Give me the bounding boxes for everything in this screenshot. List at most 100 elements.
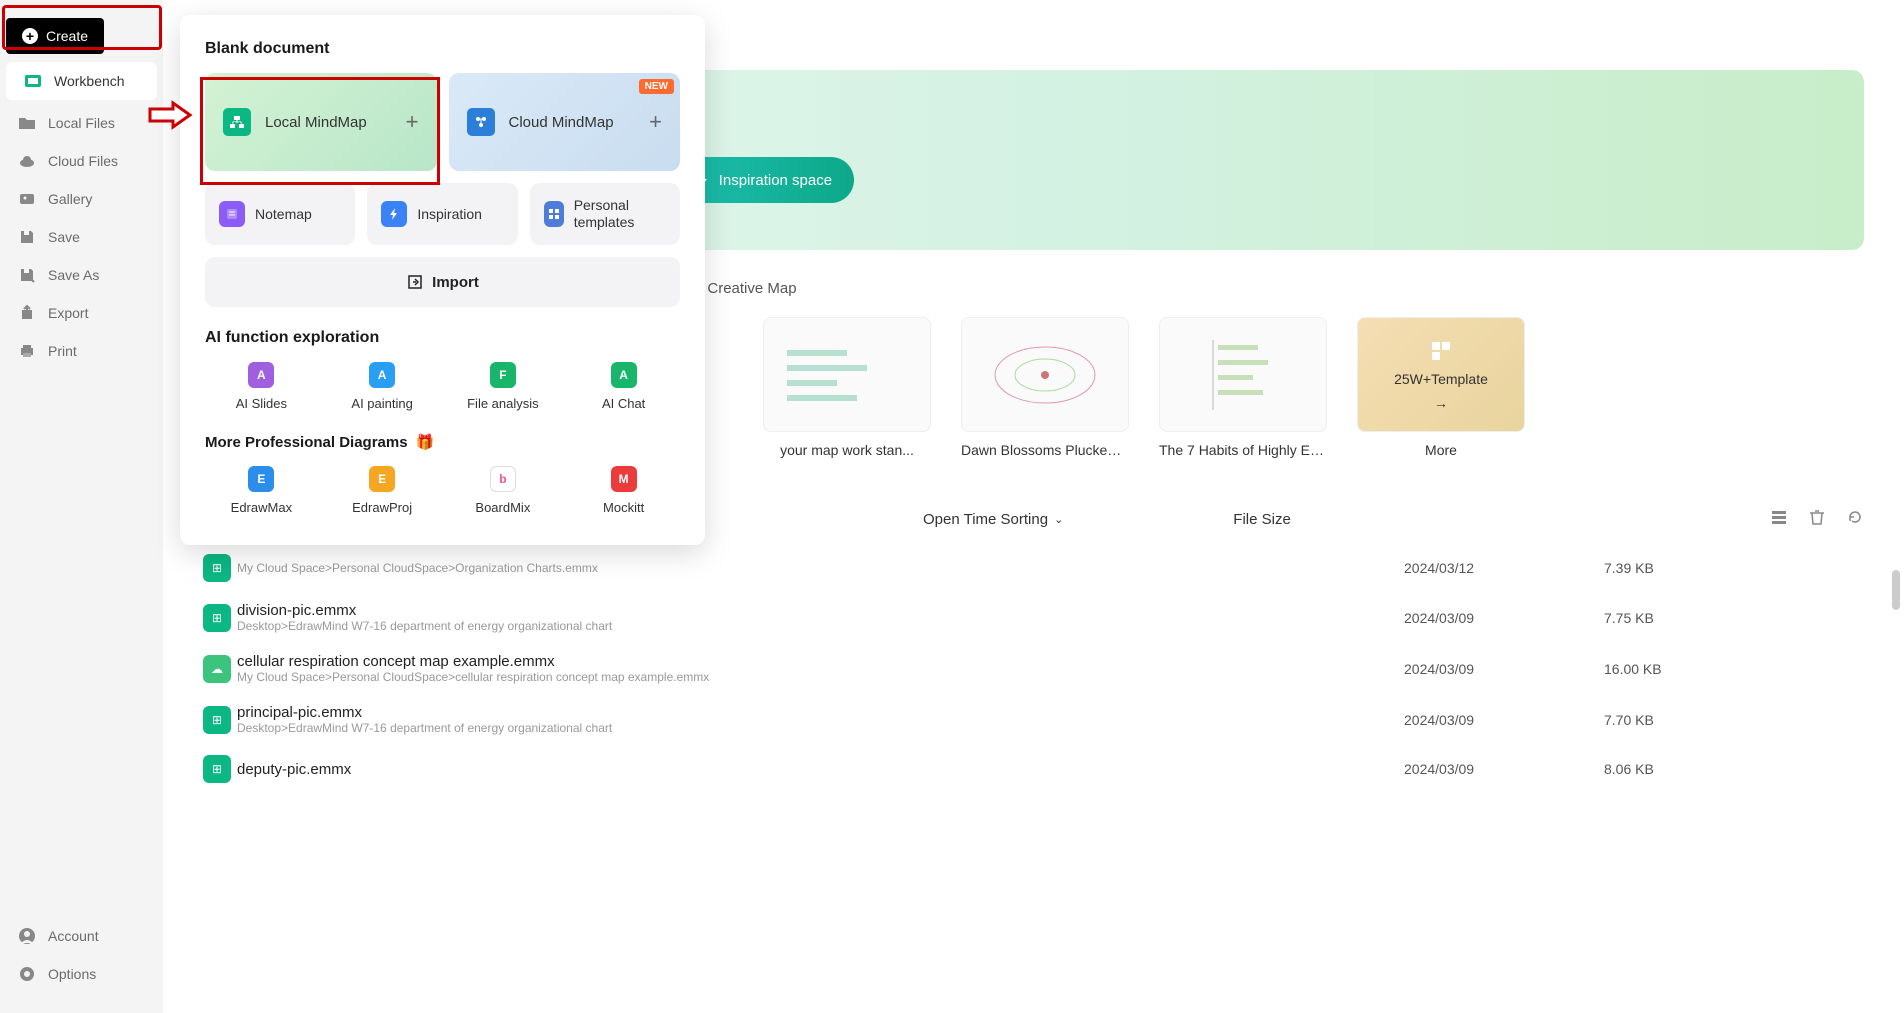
workbench-icon	[24, 72, 42, 90]
file-name: cellular respiration concept map example…	[237, 653, 709, 670]
ai-icon: A	[611, 362, 637, 388]
sidebar-item-account[interactable]: Account	[0, 917, 163, 955]
file-date: 2024/03/09	[1404, 610, 1604, 626]
ai-label: AI Slides	[236, 396, 287, 411]
sidebar: + Create Workbench Local Files Cloud Fil…	[0, 0, 163, 1013]
notemap-icon	[219, 201, 245, 227]
ai-label: File analysis	[467, 396, 539, 411]
file-row[interactable]: ⊞ deputy-pic.emmx 2024/03/09 8.06 KB	[203, 745, 1864, 793]
list-view-icon[interactable]	[1770, 508, 1788, 530]
file-row[interactable]: ⊞ division-pic.emmx Desktop>EdrawMind W7…	[203, 592, 1864, 643]
file-name: division-pic.emmx	[237, 602, 612, 619]
sidebar-label: Export	[48, 305, 88, 321]
ai-label: AI painting	[351, 396, 412, 411]
file-date: 2024/03/09	[1404, 712, 1604, 728]
plus-icon: +	[649, 109, 662, 135]
ai-section-title: AI function exploration	[205, 329, 680, 347]
prof-label: EdrawMax	[231, 500, 292, 515]
file-name: principal-pic.emmx	[237, 704, 612, 721]
prof-item[interactable]: E EdrawMax	[205, 466, 318, 515]
plus-circle-icon: +	[22, 28, 38, 44]
ai-item[interactable]: A AI Slides	[205, 362, 318, 411]
file-size: 7.70 KB	[1604, 712, 1864, 728]
file-icon: ⊞	[203, 755, 231, 783]
inspiration-card[interactable]: Inspiration	[367, 183, 517, 245]
prof-label: Mockitt	[603, 500, 644, 515]
sidebar-item-print[interactable]: Print	[0, 332, 163, 370]
import-icon	[406, 273, 424, 291]
file-path: Desktop>EdrawMind W7-16 department of en…	[237, 619, 612, 633]
ai-icon: A	[369, 362, 395, 388]
plus-icon: +	[406, 109, 419, 135]
trash-icon[interactable]	[1808, 508, 1826, 530]
inspiration-icon	[381, 201, 407, 227]
file-size: 7.39 KB	[1604, 560, 1864, 576]
local-mindmap-card[interactable]: Local MindMap +	[205, 73, 437, 171]
file-list: Open Time Sorting ⌄ File Size ⊞ My Cloud…	[203, 508, 1864, 793]
scrollbar-indicator[interactable]	[1892, 570, 1900, 610]
prof-icon: E	[248, 466, 274, 492]
ai-item[interactable]: A AI Chat	[567, 362, 680, 411]
file-icon: ⊞	[203, 554, 231, 582]
prof-icon: E	[369, 466, 395, 492]
sidebar-item-workbench[interactable]: Workbench	[6, 62, 157, 100]
ai-label: AI Chat	[602, 396, 645, 411]
gift-icon: 🎁	[416, 433, 435, 451]
sidebar-label: Save As	[48, 267, 99, 283]
prof-icon: M	[611, 466, 637, 492]
file-path: Desktop>EdrawMind W7-16 department of en…	[237, 721, 612, 735]
template-card[interactable]: your map work stan...	[763, 317, 941, 458]
template-card-more[interactable]: 25W+Template → More	[1357, 317, 1535, 458]
file-row[interactable]: ☁ cellular respiration concept map examp…	[203, 643, 1864, 694]
sidebar-label: Gallery	[48, 191, 92, 207]
sidebar-item-gallery[interactable]: Gallery	[0, 180, 163, 218]
file-size: 16.00 KB	[1604, 661, 1864, 677]
prof-label: EdrawProj	[352, 500, 412, 515]
file-date: 2024/03/09	[1404, 761, 1604, 777]
sort-dropdown[interactable]: Open Time Sorting ⌄	[923, 511, 1063, 528]
sidebar-item-export[interactable]: Export	[0, 294, 163, 332]
create-button[interactable]: + Create	[6, 18, 104, 54]
template-card[interactable]: Dawn Blossoms Plucked at...	[961, 317, 1139, 458]
new-badge: NEW	[639, 79, 674, 94]
sidebar-label: Save	[48, 229, 80, 245]
sidebar-label: Workbench	[54, 73, 125, 89]
tab-creative-map[interactable]: Creative Map	[707, 280, 796, 297]
template-icon	[1429, 339, 1453, 363]
file-name: deputy-pic.emmx	[237, 761, 351, 778]
template-card[interactable]: The 7 Habits of Highly Effe...	[1159, 317, 1337, 458]
file-path: My Cloud Space>Personal CloudSpace>Organ…	[237, 561, 598, 575]
sidebar-item-cloud-files[interactable]: Cloud Files	[0, 142, 163, 180]
sidebar-label: Cloud Files	[48, 153, 118, 169]
sidebar-item-save-as[interactable]: Save As	[0, 256, 163, 294]
sidebar-item-local-files[interactable]: Local Files	[0, 104, 163, 142]
file-row[interactable]: ⊞ My Cloud Space>Personal CloudSpace>Org…	[203, 544, 1864, 592]
sidebar-item-options[interactable]: Options	[0, 955, 163, 993]
file-path: My Cloud Space>Personal CloudSpace>cellu…	[237, 670, 709, 684]
refresh-icon[interactable]	[1846, 508, 1864, 530]
cloud-mindmap-icon	[467, 108, 495, 136]
cloud-mindmap-card[interactable]: NEW Cloud MindMap +	[449, 73, 681, 171]
gear-icon	[18, 965, 36, 983]
import-button[interactable]: Import	[205, 257, 680, 307]
file-row[interactable]: ⊞ principal-pic.emmx Desktop>EdrawMind W…	[203, 694, 1864, 745]
prof-item[interactable]: E EdrawProj	[326, 466, 439, 515]
ai-item[interactable]: FFile analysis	[447, 362, 560, 411]
file-date: 2024/03/12	[1404, 560, 1604, 576]
export-icon	[18, 304, 36, 322]
ai-icon: A	[248, 362, 274, 388]
sidebar-label: Account	[48, 928, 99, 944]
prof-item[interactable]: M Mockitt	[567, 466, 680, 515]
sidebar-label: Options	[48, 966, 96, 982]
prof-item[interactable]: bBoardMix	[447, 466, 560, 515]
local-mindmap-icon	[223, 108, 251, 136]
notemap-card[interactable]: Notemap	[205, 183, 355, 245]
prof-icon: b	[490, 466, 516, 492]
sidebar-item-save[interactable]: Save	[0, 218, 163, 256]
prof-section-title: More Professional Diagrams 🎁	[205, 433, 680, 451]
file-date: 2024/03/09	[1404, 661, 1604, 677]
create-label: Create	[46, 28, 88, 44]
personal-templates-card[interactable]: Personal templates	[530, 183, 680, 245]
ai-item[interactable]: A AI painting	[326, 362, 439, 411]
arrow-annotation-local	[145, 100, 195, 130]
